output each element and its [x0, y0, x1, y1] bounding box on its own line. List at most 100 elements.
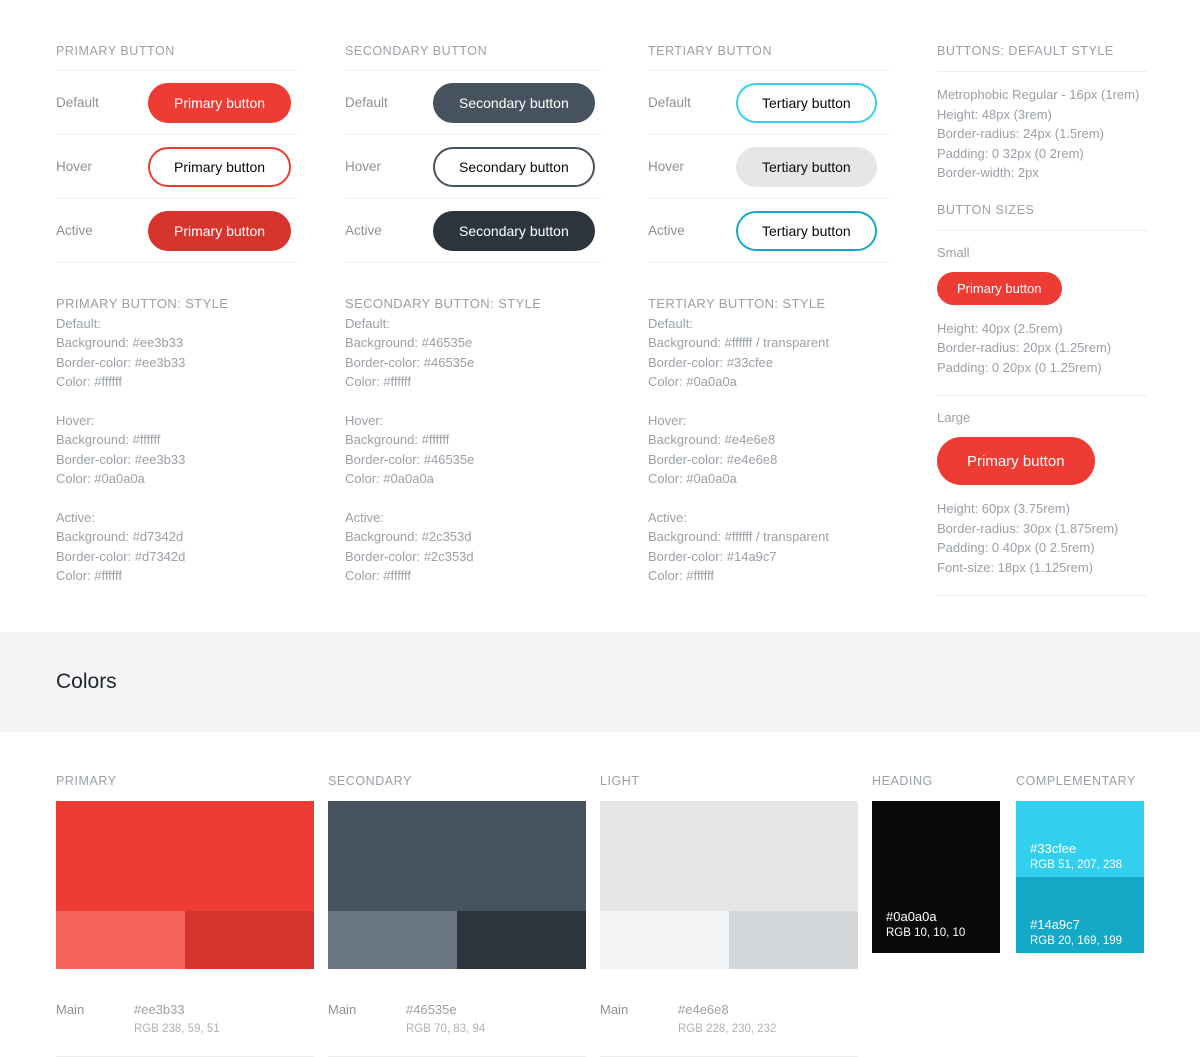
state-label-active: Active: [345, 223, 382, 238]
secondary-button-column: SECONDARY BUTTON Default Secondary butto…: [345, 44, 602, 263]
swatch-meta-hex: #46535e: [406, 1002, 457, 1017]
spec-line: Border-color: #ee3b33: [56, 451, 186, 467]
swatch-meta-rgb: RGB 238, 59, 51: [134, 1023, 220, 1035]
swatch-split-row: [600, 911, 858, 969]
default-style-line: Metrophobic Regular - 16px (1rem): [937, 87, 1140, 102]
spec-line: Color: #0a0a0a: [345, 471, 434, 486]
primary-style-spec-title: PRIMARY BUTTON: STYLE: [56, 296, 229, 311]
state-row: Default Secondary button: [345, 71, 602, 135]
swatch-meta-rgb: RGB 228, 230, 232: [678, 1023, 777, 1035]
tertiary-state-table: Default Tertiary button Hover Tertiary b…: [648, 70, 890, 263]
spec-group-hover: Hover: Background: #e4e6e8 Border-color:…: [648, 411, 918, 489]
buttons-sidebar: BUTTONS: DEFAULT STYLE Metrophobic Regul…: [937, 44, 1147, 596]
tertiary-column-title: TERTIARY BUTTON: [648, 44, 773, 58]
spec-group-name: Default:: [648, 315, 693, 331]
primary-button-active[interactable]: Primary button: [148, 210, 292, 251]
swatch-main-block: [328, 801, 586, 911]
default-style-list: Metrophobic Regular - 16px (1rem) Height…: [937, 72, 1147, 203]
swatch-light-block: [56, 911, 185, 969]
secondary-button-active[interactable]: Secondary button: [433, 210, 595, 251]
swatch-heading-title: HEADING: [872, 774, 933, 788]
swatch-meta-values: #e4e6e8 RGB 228, 230, 232: [678, 1001, 776, 1038]
swatch-dark-block: [729, 911, 858, 969]
swatch-complementary-bottom-labels: #14a9c7 RGB 20, 169, 199: [1030, 917, 1122, 947]
tertiary-button-column: TERTIARY BUTTON Default Tertiary button …: [648, 44, 890, 263]
spec-group-name: Default:: [345, 315, 390, 331]
button-sizes-heading: BUTTON SIZES: [937, 202, 1035, 217]
spec-line: Background: #ee3b33: [56, 335, 184, 350]
primary-style-spec: PRIMARY BUTTON: STYLE Default: Backgroun…: [56, 294, 316, 586]
swatch-main-block: [600, 801, 858, 911]
swatch-meta-values: #ee3b33 RGB 238, 59, 51: [134, 1001, 220, 1038]
tertiary-button-hover[interactable]: Tertiary button: [736, 146, 877, 187]
large-size-spec: Height: 60px (3.75rem) Border-radius: 30…: [937, 485, 1147, 595]
spec-line: Background: #e4e6e8: [648, 432, 776, 447]
spec-group-default: Default: Background: #46535e Border-colo…: [345, 314, 605, 392]
spec-group-hover: Hover: Background: #ffffff Border-color:…: [56, 411, 316, 489]
swatch-meta-name: Main: [328, 1002, 357, 1017]
spec-group-name: Hover:: [56, 412, 95, 428]
small-primary-button[interactable]: Primary button: [937, 271, 1062, 305]
spec-line: Color: #ffffff: [56, 568, 123, 583]
spec-group-name: Active:: [56, 509, 96, 525]
spec-line: Color: #ffffff: [648, 568, 715, 583]
swatch-primary-title: PRIMARY: [56, 774, 117, 788]
large-spec-line: Height: 60px (3.75rem): [937, 501, 1070, 516]
spec-group-name: Hover:: [345, 412, 384, 428]
spec-group-active: Active: Background: #ffffff / transparen…: [648, 508, 918, 586]
state-label-active: Active: [648, 223, 685, 238]
spec-line: Background: #2c353d: [345, 529, 472, 544]
primary-button-default[interactable]: Primary button: [148, 82, 292, 123]
tertiary-button-default[interactable]: Tertiary button: [736, 82, 877, 123]
spec-line: Background: #46535e: [345, 335, 473, 350]
spec-group-name: Active:: [648, 509, 688, 525]
swatch-light-block: [600, 911, 729, 969]
swatch-split-row: [328, 911, 586, 969]
spec-line: Border-color: #ee3b33: [56, 354, 186, 370]
color-swatches-section: PRIMARY Main #ee3b33 RGB 238, 59, 51 SEC…: [0, 732, 1200, 1057]
default-style-line: Height: 48px (3rem): [937, 106, 1052, 122]
small-spec-line: Padding: 0 20px (0 1.25rem): [937, 359, 1102, 375]
secondary-style-spec-title: SECONDARY BUTTON: STYLE: [345, 296, 542, 311]
swatch-complementary-top-rgb: RGB 51, 207, 238: [1030, 859, 1123, 871]
state-row: Default Tertiary button: [648, 71, 890, 135]
swatch-complementary-bottom: #14a9c7 RGB 20, 169, 199: [1016, 877, 1144, 953]
swatch-heading-rgb: RGB 10, 10, 10: [886, 927, 966, 939]
swatch-complementary-bottom-rgb: RGB 20, 169, 199: [1030, 935, 1123, 947]
state-label-default: Default: [56, 95, 99, 110]
spec-line: Border-color: #46535e: [345, 354, 475, 370]
spec-group-name: Hover:: [648, 412, 687, 428]
spec-group-active: Active: Background: #d7342d Border-color…: [56, 508, 316, 586]
default-style-line: Border-radius: 24px (1.5rem): [937, 126, 1104, 141]
swatch-secondary-blocks: [328, 801, 586, 969]
state-label-hover: Hover: [345, 159, 382, 174]
swatch-complementary-bottom-hex: #14a9c7: [1030, 917, 1080, 932]
spec-line: Border-color: #46535e: [345, 451, 475, 467]
swatch-secondary-title: SECONDARY: [328, 774, 412, 788]
state-row: Active Primary button: [56, 199, 298, 263]
swatch-meta-values: #46535e RGB 70, 83, 94: [406, 1001, 485, 1038]
swatch-heading: HEADING #0a0a0a RGB 10, 10, 10: [872, 774, 1000, 953]
spec-line: Color: #ffffff: [56, 374, 123, 389]
primary-button-column: PRIMARY BUTTON Default Primary button Ho…: [56, 44, 298, 263]
swatch-complementary: COMPLEMENTARY #33cfee RGB 51, 207, 238 #…: [1016, 774, 1144, 953]
large-primary-button[interactable]: Primary button: [937, 437, 1095, 485]
swatch-secondary-meta: Main #46535e RGB 70, 83, 94: [328, 969, 586, 1057]
secondary-button-hover[interactable]: Secondary button: [433, 146, 595, 187]
primary-button-hover[interactable]: Primary button: [148, 146, 292, 187]
state-row: Active Secondary button: [345, 199, 602, 263]
swatch-complementary-top-hex: #33cfee: [1030, 841, 1077, 856]
spec-group-active: Active: Background: #2c353d Border-color…: [345, 508, 605, 586]
secondary-button-default[interactable]: Secondary button: [433, 82, 595, 123]
spec-group-hover: Hover: Background: #ffffff Border-color:…: [345, 411, 605, 489]
swatch-meta-hex: #e4e6e8: [678, 1002, 729, 1017]
swatch-meta-name: Main: [600, 1002, 629, 1017]
spec-line: Border-color: #d7342d: [56, 548, 186, 564]
spec-line: Color: #0a0a0a: [648, 374, 737, 389]
tertiary-button-active[interactable]: Tertiary button: [736, 210, 877, 251]
small-size-spec: Height: 40px (2.5rem) Border-radius: 20p…: [937, 305, 1147, 396]
swatch-primary-blocks: [56, 801, 314, 969]
size-label-large: Large: [937, 410, 971, 425]
swatch-secondary: SECONDARY Main #46535e RGB 70, 83, 94: [328, 774, 586, 1057]
default-style-line: Border-width: 2px: [937, 165, 1039, 180]
